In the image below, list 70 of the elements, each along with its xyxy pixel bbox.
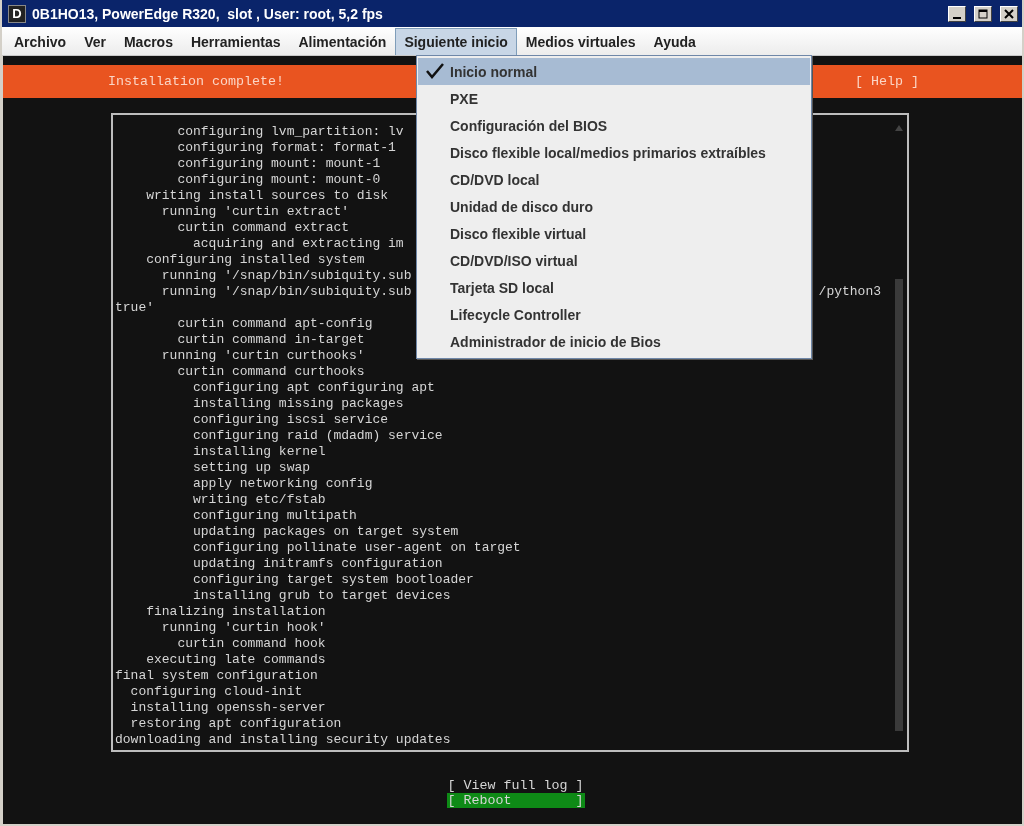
log-line: installing grub to target devices xyxy=(192,588,451,604)
log-line: installing missing packages xyxy=(192,396,404,412)
menu-item[interactable]: Siguiente inicio xyxy=(395,28,517,55)
minimize-icon xyxy=(953,16,961,19)
log-line: apply networking config xyxy=(192,476,373,492)
log-line: installing openssh-server xyxy=(129,700,326,716)
log-line: final system configuration xyxy=(115,668,318,684)
log-line: curtin command curthooks xyxy=(176,364,365,380)
log-line: configuring iscsi service xyxy=(192,412,389,428)
minimize-button[interactable] xyxy=(948,5,966,22)
log-line: running '/snap/bin/subiquity.sub xyxy=(160,284,412,300)
log-line: configuring pollinate user-agent on target xyxy=(192,540,521,556)
log-line: curtin command in-target xyxy=(176,332,365,348)
terminal-button[interactable]: [ View full log ] xyxy=(446,778,585,793)
menu-item[interactable]: Ayuda xyxy=(644,28,705,55)
log-line: configuring lvm_partition: lv xyxy=(176,124,404,140)
window-title: 0B1HO13, PowerEdge R320, slot , User: root, 5,2 fps xyxy=(32,5,384,22)
menu-option[interactable]: Disco flexible virtual xyxy=(418,220,810,247)
log-line: running 'curtin curthooks' xyxy=(160,348,365,364)
log-line: writing etc/fstab xyxy=(192,492,326,508)
log-line: /python3 xyxy=(818,284,881,300)
log-line: configuring target system bootloader xyxy=(192,572,474,588)
menu-option[interactable]: Tarjeta SD local xyxy=(418,274,810,301)
menu-option[interactable]: Inicio normal xyxy=(418,58,810,85)
menu-option[interactable]: Disco flexible local/medios primarios extraíbles xyxy=(418,139,810,166)
log-line: configuring mount: mount-1 xyxy=(176,156,381,172)
menu-option[interactable]: Unidad de disco duro xyxy=(418,193,810,220)
menu-item[interactable]: Archivo xyxy=(5,28,76,55)
close-icon xyxy=(1004,8,1014,19)
menu-option[interactable]: Administrador de inicio de Bios xyxy=(418,328,810,355)
menu-option[interactable]: Configuración del BIOS xyxy=(418,112,810,139)
log-line: running 'curtin extract' xyxy=(160,204,350,220)
log-line: curtin command apt-config xyxy=(176,316,373,332)
maximize-button[interactable] xyxy=(974,5,992,22)
log-line: downloading and installing security updates xyxy=(115,732,451,748)
log-line: finalizing installation xyxy=(145,604,326,620)
log-line: running '/snap/bin/subiquity.sub xyxy=(160,268,412,284)
menu-item[interactable]: Medios virtuales xyxy=(516,28,645,55)
log-line: executing late commands xyxy=(145,652,326,668)
menu-item[interactable]: Herramientas xyxy=(181,28,290,55)
menu-option[interactable]: CD/DVD/ISO virtual xyxy=(418,247,810,274)
log-line: restoring apt configuration xyxy=(129,716,342,732)
app-logo: D xyxy=(8,4,26,23)
log-line: configuring format: format-1 xyxy=(176,140,396,156)
menu-option[interactable]: CD/DVD local xyxy=(418,166,810,193)
maximize-icon xyxy=(978,8,988,19)
log-line: configuring apt configuring apt xyxy=(192,380,435,396)
log-line: configuring cloud-init xyxy=(129,684,303,700)
menu-item[interactable]: Alimentación xyxy=(289,28,396,55)
log-line: true' xyxy=(115,300,154,316)
log-line: installing kernel xyxy=(192,444,326,460)
log-line: curtin command extract xyxy=(176,220,350,236)
menu-option[interactable]: Lifecycle Controller xyxy=(418,301,810,328)
header-title: Installation complete! xyxy=(108,74,284,89)
log-line: running 'curtin hook' xyxy=(160,620,326,636)
menu-item[interactable]: Ver xyxy=(75,28,115,55)
log-line: configuring multipath xyxy=(192,508,357,524)
log-line: configuring mount: mount-0 xyxy=(176,172,381,188)
log-line: acquiring and extracting im xyxy=(192,236,404,252)
log-line: updating initramfs configuration xyxy=(192,556,443,572)
scrollbar-thumb[interactable] xyxy=(895,279,903,731)
log-line: configuring raid (mdadm) service xyxy=(192,428,443,444)
log-line: configuring installed system xyxy=(145,252,365,268)
log-line: updating packages on target system xyxy=(192,524,459,540)
menu-option[interactable]: PXE xyxy=(418,85,810,112)
menu-item[interactable]: Macros xyxy=(114,28,182,55)
close-button[interactable] xyxy=(1000,5,1018,22)
log-line: setting up swap xyxy=(192,460,311,476)
log-line: writing install sources to disk xyxy=(145,188,389,204)
log-line: curtin command hook xyxy=(176,636,326,652)
